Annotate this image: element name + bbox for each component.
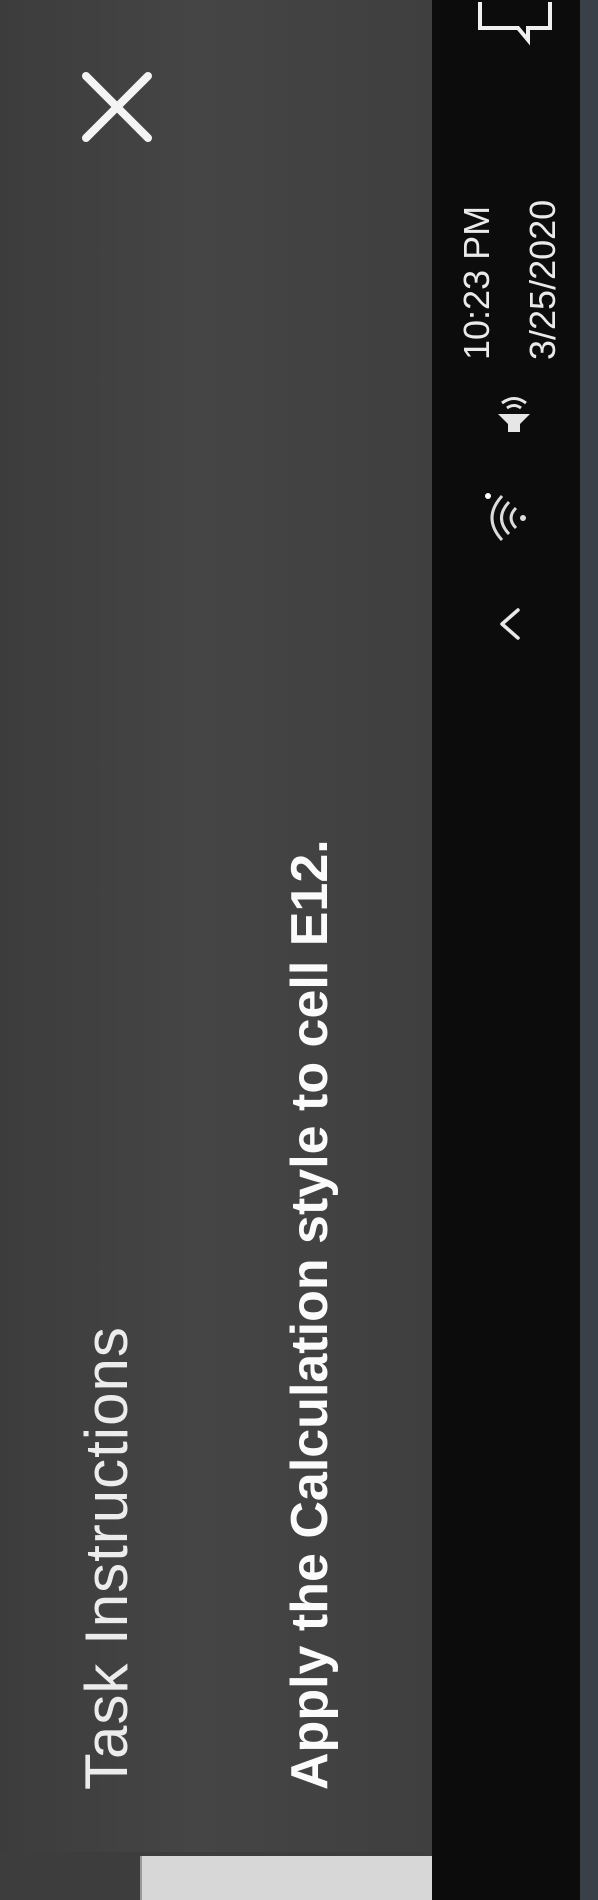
close-button[interactable]	[78, 68, 156, 146]
task-instruction-text: Apply the Calculation style to cell E12.	[281, 839, 339, 1790]
clock-date[interactable]: 3/25/2020	[522, 200, 564, 360]
chevron-up-icon[interactable]	[490, 604, 530, 644]
spreadsheet-cells-edge	[140, 1856, 434, 1900]
volume-icon[interactable]	[488, 386, 540, 438]
close-icon	[82, 72, 152, 142]
clock-time[interactable]: 10:23 PM	[456, 206, 498, 360]
task-instructions-title: Task Instructions	[73, 1326, 140, 1790]
notification-icon[interactable]	[470, 0, 560, 48]
wifi-icon[interactable]	[480, 490, 536, 546]
task-instructions-panel: Task Instructions Apply the Calculation …	[0, 0, 432, 1900]
screen: Task Instructions Apply the Calculation …	[0, 0, 598, 1900]
taskbar-edge	[580, 0, 598, 1900]
